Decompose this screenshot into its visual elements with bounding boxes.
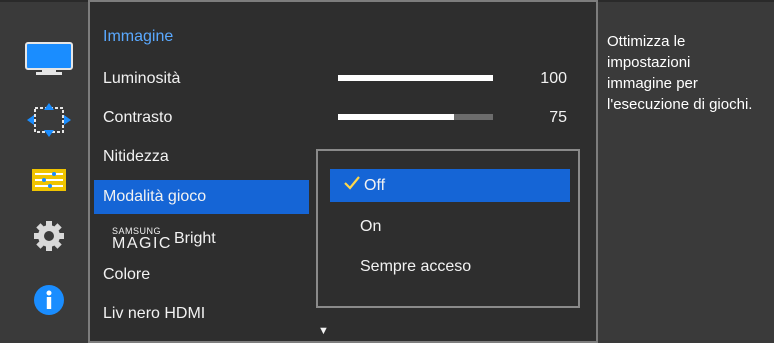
menu-item-label: Luminosità bbox=[103, 70, 181, 87]
samsung-magic-logo: SAMSUNG MAGIC bbox=[112, 225, 172, 252]
option-sempre-acceso[interactable]: Sempre acceso bbox=[330, 250, 570, 283]
menu-item-contrasto[interactable]: Contrasto bbox=[103, 101, 172, 135]
osd-frame: Immagine Luminosità 100 Contrasto 75 Nit… bbox=[0, 0, 774, 343]
option-label: Sempre acceso bbox=[360, 257, 472, 275]
contrast-slider[interactable] bbox=[338, 114, 493, 120]
gear-icon[interactable] bbox=[24, 219, 74, 253]
contrast-value: 75 bbox=[549, 109, 567, 126]
contrast-fill bbox=[338, 114, 455, 120]
option-off[interactable]: Off bbox=[330, 169, 570, 202]
brightness-slider[interactable] bbox=[338, 75, 493, 81]
info-icon[interactable] bbox=[24, 283, 74, 317]
checkmark-icon bbox=[344, 176, 360, 195]
page-title: Immagine bbox=[103, 28, 174, 45]
menu-item-label: Colore bbox=[103, 266, 151, 283]
help-text: Ottimizza le impostazioni immagine per l… bbox=[607, 33, 753, 113]
menu-item-colore[interactable]: Colore bbox=[103, 258, 150, 292]
monitor-icon[interactable] bbox=[24, 42, 74, 76]
option-label: Off bbox=[364, 176, 386, 194]
menu-item-nitidezza[interactable]: Nitidezza bbox=[103, 140, 169, 174]
menu-item-label: Bright bbox=[173, 230, 216, 247]
brightness-fill bbox=[338, 75, 493, 81]
brightness-value: 100 bbox=[540, 70, 567, 87]
option-label: On bbox=[360, 217, 382, 235]
menu-item-label: Modalità gioco bbox=[103, 188, 207, 205]
menu-item-label: Contrasto bbox=[103, 109, 173, 126]
menu-item-liv-nero-hdmi[interactable]: Liv nero HDMI bbox=[103, 297, 205, 331]
menu-item-label: Nitidezza bbox=[103, 148, 169, 165]
position-icon[interactable] bbox=[24, 103, 74, 137]
game-mode-dropdown: Off On Sempre acceso bbox=[316, 149, 580, 308]
option-on[interactable]: On bbox=[330, 210, 570, 243]
scroll-down-icon[interactable]: ▼ bbox=[318, 325, 329, 337]
menu-item-modalita-gioco[interactable]: Modalità gioco bbox=[94, 180, 309, 214]
menu-item-label: Liv nero HDMI bbox=[103, 305, 206, 322]
menu-item-luminosita[interactable]: Luminosità bbox=[103, 62, 180, 96]
system-bars-icon[interactable] bbox=[24, 163, 74, 197]
menu-item-magic-bright[interactable]: SAMSUNG MAGIC Bright bbox=[112, 222, 216, 256]
